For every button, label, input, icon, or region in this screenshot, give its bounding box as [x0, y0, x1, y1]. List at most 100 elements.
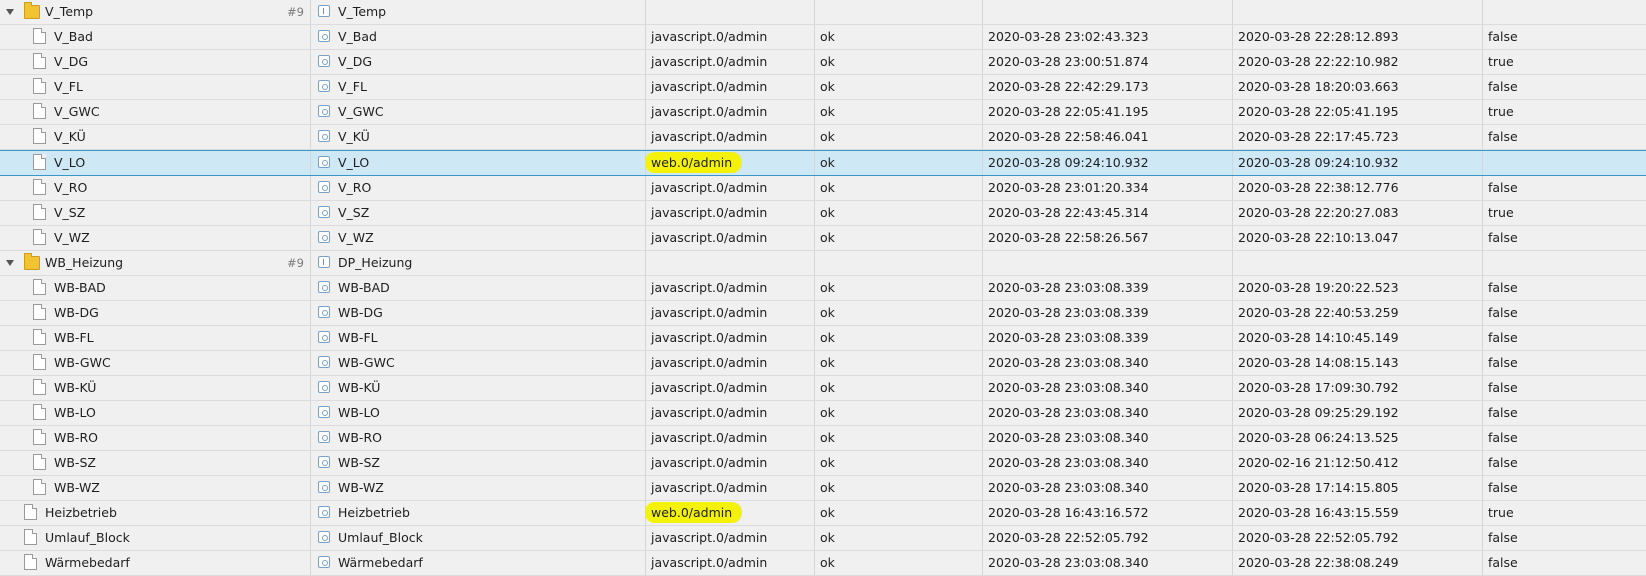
- expand-arrow-icon[interactable]: [6, 260, 14, 266]
- last-change-cell: 2020-03-28 09:24:10.932: [1232, 151, 1482, 175]
- value-cell[interactable]: [1482, 151, 1646, 175]
- name-cell[interactable]: WB-WZ: [0, 476, 310, 500]
- table-row[interactable]: WB-FL WB-FL javascript.0/admin ok 2020-03-28…: [0, 326, 1646, 351]
- name-cell[interactable]: #9 V_Temp: [0, 0, 310, 24]
- role-cell: V_Bad: [310, 25, 645, 49]
- state-icon: [318, 156, 330, 168]
- name-cell[interactable]: V_DG: [0, 50, 310, 74]
- folder-row[interactable]: #9 V_Temp V_Temp: [0, 0, 1646, 25]
- value-cell[interactable]: false: [1482, 176, 1646, 200]
- value-cell[interactable]: false: [1482, 25, 1646, 49]
- folder-icon: [24, 2, 40, 19]
- name-cell[interactable]: WB-RO: [0, 426, 310, 450]
- timestamp-cell: 2020-03-28 22:05:41.195: [982, 100, 1232, 124]
- name-cell[interactable]: Heizbetrieb: [0, 501, 310, 525]
- table-row[interactable]: V_WZ V_WZ javascript.0/admin ok 2020-03-28 2…: [0, 226, 1646, 251]
- name-cell[interactable]: V_FL: [0, 75, 310, 99]
- table-row[interactable]: WB-RO WB-RO javascript.0/admin ok 2020-03-28…: [0, 426, 1646, 451]
- status-cell: ok: [814, 376, 982, 400]
- table-row[interactable]: WB-LO WB-LO javascript.0/admin ok 2020-03-28…: [0, 401, 1646, 426]
- table-row[interactable]: V_GWC V_GWC javascript.0/admin ok 2020-03-28…: [0, 100, 1646, 125]
- status-cell-text: ok: [820, 430, 835, 445]
- from-cell: [645, 251, 814, 275]
- name-cell[interactable]: V_RO: [0, 176, 310, 200]
- table-row[interactable]: V_Bad V_Bad javascript.0/admin ok 2020-03-28…: [0, 25, 1646, 50]
- last-change-cell-text: 2020-03-28 17:14:15.805: [1238, 480, 1399, 495]
- table-row[interactable]: V_LO V_LO web.0/admin ok 2020-03-28 09:24:10…: [0, 150, 1646, 176]
- expand-arrow-icon[interactable]: [6, 9, 14, 15]
- state-icon: [318, 206, 330, 218]
- role-cell: WB-BAD: [310, 276, 645, 300]
- name-cell[interactable]: WB-LO: [0, 401, 310, 425]
- value-cell[interactable]: false: [1482, 301, 1646, 325]
- status-cell-text: ok: [820, 480, 835, 495]
- name-cell[interactable]: V_SZ: [0, 201, 310, 225]
- value-cell[interactable]: true: [1482, 501, 1646, 525]
- value-cell[interactable]: false: [1482, 526, 1646, 550]
- name-cell[interactable]: V_Bad: [0, 25, 310, 49]
- folder-row[interactable]: #9 WB_Heizung DP_Heizung: [0, 251, 1646, 276]
- name-cell[interactable]: Umlauf_Block: [0, 526, 310, 550]
- value-cell[interactable]: false: [1482, 451, 1646, 475]
- table-row[interactable]: WB-BAD WB-BAD javascript.0/admin ok 2020-03-…: [0, 276, 1646, 301]
- name-cell[interactable]: WB-GWC: [0, 351, 310, 375]
- name-cell[interactable]: V_LO: [0, 151, 310, 175]
- table-row[interactable]: WB-DG WB-DG javascript.0/admin ok 2020-03-28…: [0, 301, 1646, 326]
- value-cell[interactable]: false: [1482, 351, 1646, 375]
- timestamp-cell-text: 2020-03-28 22:05:41.195: [988, 104, 1149, 119]
- value-cell[interactable]: true: [1482, 201, 1646, 225]
- table-row[interactable]: Heizbetrieb Heizbetrieb web.0/admin ok 2020-…: [0, 501, 1646, 526]
- table-row[interactable]: V_SZ V_SZ javascript.0/admin ok 2020-03-28 2…: [0, 201, 1646, 226]
- table-row[interactable]: WB-WZ WB-WZ javascript.0/admin ok 2020-03-28…: [0, 476, 1646, 501]
- table-row[interactable]: V_FL V_FL javascript.0/admin ok 2020-03-28 2…: [0, 75, 1646, 100]
- value-cell[interactable]: false: [1482, 226, 1646, 250]
- name-cell[interactable]: WB-BAD: [0, 276, 310, 300]
- table-row[interactable]: V_DG V_DG javascript.0/admin ok 2020-03-28 2…: [0, 50, 1646, 75]
- value-cell[interactable]: false: [1482, 551, 1646, 575]
- last-change-cell: 2020-03-28 17:09:30.792: [1232, 376, 1482, 400]
- table-row[interactable]: Wärmebedarf Wärmebedarf javascript.0/admin…: [0, 551, 1646, 576]
- value-cell[interactable]: [1482, 251, 1646, 275]
- table-row[interactable]: V_KÜ V_KÜ javascript.0/admin ok 2020-03-28 2…: [0, 125, 1646, 150]
- status-cell: ok: [814, 75, 982, 99]
- name-cell[interactable]: V_GWC: [0, 100, 310, 124]
- value-cell[interactable]: false: [1482, 125, 1646, 149]
- value-cell[interactable]: false: [1482, 476, 1646, 500]
- value-cell[interactable]: false: [1482, 326, 1646, 350]
- table-row[interactable]: WB-SZ WB-SZ javascript.0/admin ok 2020-03-28…: [0, 451, 1646, 476]
- object-name: V_Temp: [45, 4, 94, 19]
- name-cell[interactable]: V_KÜ: [0, 125, 310, 149]
- table-row[interactable]: Umlauf_Block Umlauf_Block javascript.0/adm…: [0, 526, 1646, 551]
- status-cell-text: ok: [820, 355, 835, 370]
- value-cell[interactable]: true: [1482, 50, 1646, 74]
- last-change-cell: 2020-03-28 22:38:08.249: [1232, 551, 1482, 575]
- table-row[interactable]: V_RO V_RO javascript.0/admin ok 2020-03-28 2…: [0, 176, 1646, 201]
- child-count-badge: #9: [287, 5, 304, 19]
- value-cell[interactable]: [1482, 0, 1646, 24]
- value-cell[interactable]: false: [1482, 426, 1646, 450]
- name-cell[interactable]: WB-SZ: [0, 451, 310, 475]
- name-cell[interactable]: #9 WB_Heizung: [0, 251, 310, 275]
- name-cell[interactable]: WB-FL: [0, 326, 310, 350]
- last-change-cell: 2020-03-28 18:20:03.663: [1232, 75, 1482, 99]
- object-title: WB-BAD: [338, 280, 390, 295]
- last-change-cell: 2020-03-28 22:52:05.792: [1232, 526, 1482, 550]
- timestamp-cell: 2020-03-28 23:03:08.340: [982, 401, 1232, 425]
- table-row[interactable]: WB-GWC WB-GWC javascript.0/admin ok 2020-03-…: [0, 351, 1646, 376]
- name-cell[interactable]: WB-KÜ: [0, 376, 310, 400]
- value-cell[interactable]: false: [1482, 75, 1646, 99]
- file-icon: [33, 204, 46, 220]
- name-cell[interactable]: Wärmebedarf: [0, 551, 310, 575]
- value-cell[interactable]: false: [1482, 376, 1646, 400]
- value-cell[interactable]: false: [1482, 276, 1646, 300]
- last-change-cell-text: 2020-03-28 22:38:08.249: [1238, 555, 1399, 570]
- name-cell[interactable]: V_WZ: [0, 226, 310, 250]
- last-change-cell-text: 2020-03-28 22:20:27.083: [1238, 205, 1399, 220]
- value-cell[interactable]: true: [1482, 100, 1646, 124]
- value-cell-text: false: [1488, 180, 1518, 195]
- value-cell[interactable]: false: [1482, 401, 1646, 425]
- table-row[interactable]: WB-KÜ WB-KÜ javascript.0/admin ok 2020-03-28…: [0, 376, 1646, 401]
- timestamp-cell: 2020-03-28 23:02:43.323: [982, 25, 1232, 49]
- name-cell[interactable]: WB-DG: [0, 301, 310, 325]
- last-change-cell-text: 2020-03-28 22:05:41.195: [1238, 104, 1399, 119]
